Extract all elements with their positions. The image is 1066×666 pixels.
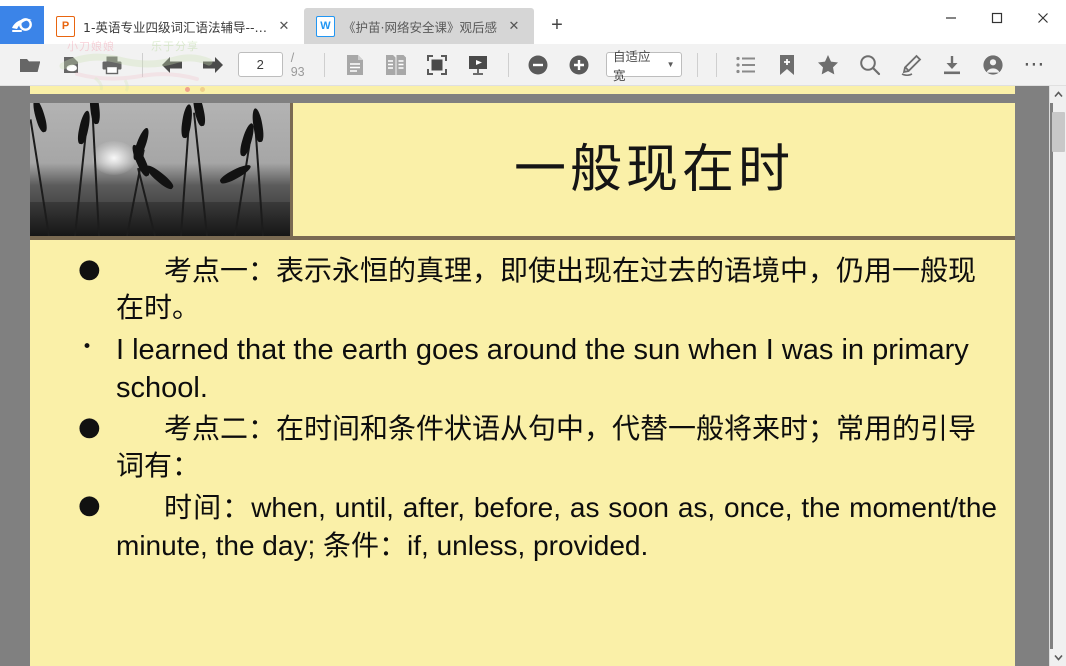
close-icon[interactable]: ✕ (274, 16, 294, 36)
more-options-icon[interactable]: ⋯ (1017, 48, 1052, 82)
toolbar-divider (716, 53, 717, 77)
slide-header: 一般现在时 (30, 103, 1015, 240)
favorite-star-icon[interactable] (811, 48, 846, 82)
presentation-mode-icon[interactable] (461, 48, 496, 82)
slide-decoration-dots (185, 86, 225, 92)
tab-label: 1-英语专业四级词汇语法辅导--从句 (83, 17, 268, 36)
scrollbar-track-edge (1050, 103, 1053, 649)
new-tab-button[interactable]: + (542, 10, 572, 40)
toolbar: 2 / 93 (0, 44, 1066, 86)
toolbar-divider (508, 53, 509, 77)
slide-page: 一般现在时 ● 考点一：表示永恒的真理，即使出现在过去的语境中，仍用一般现在时。… (30, 103, 1015, 666)
scrollbar-thumb[interactable] (1052, 112, 1065, 152)
search-icon[interactable] (852, 48, 887, 82)
slide-bullet: ● 考点一：表示永恒的真理，即使出现在过去的语境中，仍用一般现在时。 (78, 253, 997, 327)
zoom-level-select[interactable]: 自适应宽 ▼ (606, 52, 682, 77)
highlight-pen-icon[interactable] (893, 48, 928, 82)
toolbar-divider (142, 53, 143, 77)
fit-screen-icon[interactable] (419, 48, 454, 82)
next-page-icon[interactable] (196, 48, 231, 82)
vertical-scrollbar[interactable] (1049, 86, 1066, 666)
app-logo-icon[interactable] (0, 6, 44, 44)
bullet-text: 考点二：在时间和条件状语从句中，代替一般将来时；常用的引导词有： (116, 411, 997, 485)
double-page-view-icon[interactable] (378, 48, 413, 82)
slide-bullet: • I learned that the earth goes around t… (78, 331, 997, 408)
account-icon[interactable] (976, 48, 1011, 82)
slide-bullet: ● 考点二：在时间和条件状语从句中，代替一般将来时；常用的引导词有： (78, 411, 997, 485)
document-viewer[interactable]: 一般现在时 ● 考点一：表示永恒的真理，即使出现在过去的语境中，仍用一般现在时。… (0, 86, 1066, 666)
bullet-marker: ● (78, 489, 116, 522)
zoom-out-icon[interactable] (521, 48, 556, 82)
word-icon: W (316, 16, 335, 37)
page-total-label: / 93 (291, 51, 311, 79)
page-number-input[interactable]: 2 (238, 52, 283, 77)
toolbar-divider (697, 53, 698, 77)
previous-slide-sliver (30, 86, 1015, 94)
tab-strip: P 1-英语专业四级词汇语法辅导--从句 ✕ W 《护苗·网络安全课》观后感 ✕… (44, 0, 572, 44)
chevron-down-icon: ▼ (667, 61, 675, 69)
tab-item-1[interactable]: W 《护苗·网络安全课》观后感 ✕ (304, 8, 534, 44)
bullet-text: 考点一：表示永恒的真理，即使出现在过去的语境中，仍用一般现在时。 (116, 253, 997, 327)
title-underline-rule (30, 236, 1015, 240)
add-bookmark-icon[interactable] (770, 48, 805, 82)
bullet-marker: ● (78, 411, 116, 444)
close-icon[interactable]: ✕ (504, 16, 524, 36)
slide-title: 一般现在时 (290, 103, 1015, 236)
page-navigation: 2 / 93 (238, 51, 311, 79)
download-icon[interactable] (934, 48, 969, 82)
maximize-button[interactable] (974, 1, 1020, 35)
powerpoint-icon: P (56, 16, 75, 37)
minimize-button[interactable] (928, 1, 974, 35)
window-controls (928, 0, 1066, 36)
wheat-field-sunrise-photo (30, 103, 290, 236)
slide-bullet: ● 时间：when, until, after, before, as soon… (78, 489, 997, 564)
scroll-up-icon[interactable] (1050, 86, 1066, 103)
previous-page-icon[interactable] (155, 48, 190, 82)
close-button[interactable] (1020, 1, 1066, 35)
slide-body: ● 考点一：表示永恒的真理，即使出现在过去的语境中，仍用一般现在时。 • I l… (30, 253, 1015, 568)
bullet-marker: ● (78, 253, 116, 286)
zoom-level-value: 自适应宽 (613, 46, 662, 84)
bullet-text: 时间：when, until, after, before, as soon a… (116, 489, 997, 564)
toolbar-divider (324, 53, 325, 77)
zoom-in-icon[interactable] (562, 48, 597, 82)
bullet-marker: • (78, 331, 116, 363)
tab-label: 《护苗·网络安全课》观后感 (343, 17, 498, 36)
outline-icon[interactable] (729, 48, 764, 82)
open-folder-icon[interactable] (12, 48, 47, 82)
slide-title-text: 一般现在时 (514, 144, 794, 196)
bullet-text: I learned that the earth goes around the… (116, 331, 997, 408)
cloud-document-icon[interactable] (53, 48, 88, 82)
print-icon[interactable] (94, 48, 129, 82)
single-page-view-icon[interactable] (337, 48, 372, 82)
scroll-down-icon[interactable] (1050, 649, 1066, 666)
tab-item-0[interactable]: P 1-英语专业四级词汇语法辅导--从句 ✕ (44, 8, 304, 44)
application-window: P 1-英语专业四级词汇语法辅导--从句 ✕ W 《护苗·网络安全课》观后感 ✕… (0, 0, 1066, 666)
title-bar: P 1-英语专业四级词汇语法辅导--从句 ✕ W 《护苗·网络安全课》观后感 ✕… (0, 0, 1066, 44)
